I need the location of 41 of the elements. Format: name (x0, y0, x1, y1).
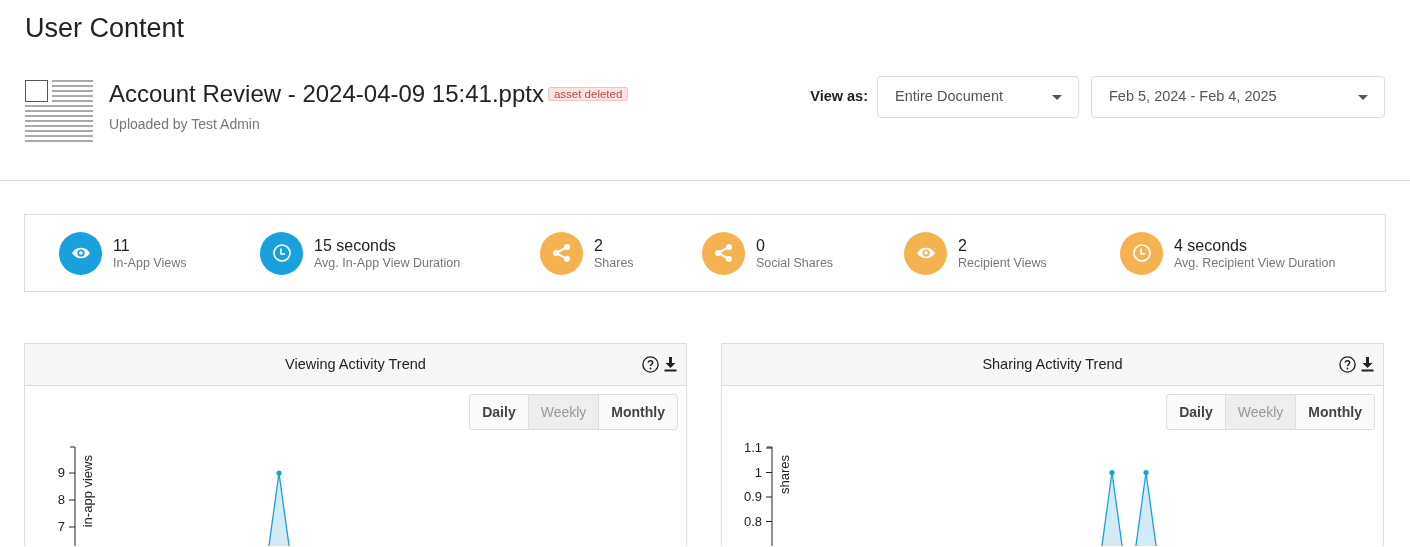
document-title: Account Review - 2024-04-09 15:41.pptx (109, 80, 544, 107)
stat-label: In-App Views (113, 254, 187, 271)
tick-label: 1 (754, 464, 762, 480)
tick-label: 8 (57, 492, 65, 507)
view-as-label: View as: (810, 87, 868, 107)
tick-label: 0.9 (743, 489, 762, 504)
period-tab[interactable]: Monthly (1295, 394, 1375, 430)
period-tab[interactable]: Daily (469, 394, 529, 430)
tick-label: 0.8 (743, 513, 762, 529)
stat-label: Avg. Recipient View Duration (1174, 254, 1336, 271)
stat-label: Social Shares (756, 254, 834, 271)
panel-title: Viewing Activity Trend (285, 354, 426, 374)
tick-label: 7 (57, 519, 65, 534)
stat-value: 11 (113, 235, 131, 255)
status-badge: asset deleted (547, 87, 629, 101)
page-title: User Content (25, 12, 186, 44)
stat-label: Shares (594, 254, 634, 271)
stat-value: 15 seconds (314, 235, 397, 255)
download-icon[interactable] (664, 356, 677, 372)
period-tab[interactable]: Daily (1166, 394, 1226, 430)
date-range-dropdown[interactable]: Feb 5, 2024 - Feb 4, 2025 (1091, 76, 1385, 118)
help-icon[interactable] (1339, 356, 1356, 373)
period-tab[interactable]: Monthly (598, 394, 678, 430)
stat-value: 0 (756, 235, 766, 255)
document-icon (25, 80, 93, 144)
scope-dropdown[interactable]: Entire Document (877, 76, 1079, 118)
stat-label: Recipient Views (958, 254, 1047, 271)
caret-icon (1358, 94, 1368, 100)
stat-label: Avg. In-App View Duration (314, 254, 461, 271)
tick-label: 9 (57, 465, 65, 480)
uploader-text: Uploaded by Test Admin (109, 115, 261, 134)
caret-icon (1052, 94, 1062, 100)
axis-title: shares (777, 455, 792, 495)
tick-label: 1.1 (743, 440, 762, 455)
panel-title: Sharing Activity Trend (982, 354, 1123, 374)
stat-value: 2 (594, 235, 604, 255)
stat-value: 2 (958, 235, 968, 255)
help-icon[interactable] (642, 356, 659, 373)
download-icon[interactable] (1361, 356, 1374, 372)
stat-value: 4 seconds (1174, 235, 1248, 255)
axis-title: in-app views (80, 455, 95, 528)
